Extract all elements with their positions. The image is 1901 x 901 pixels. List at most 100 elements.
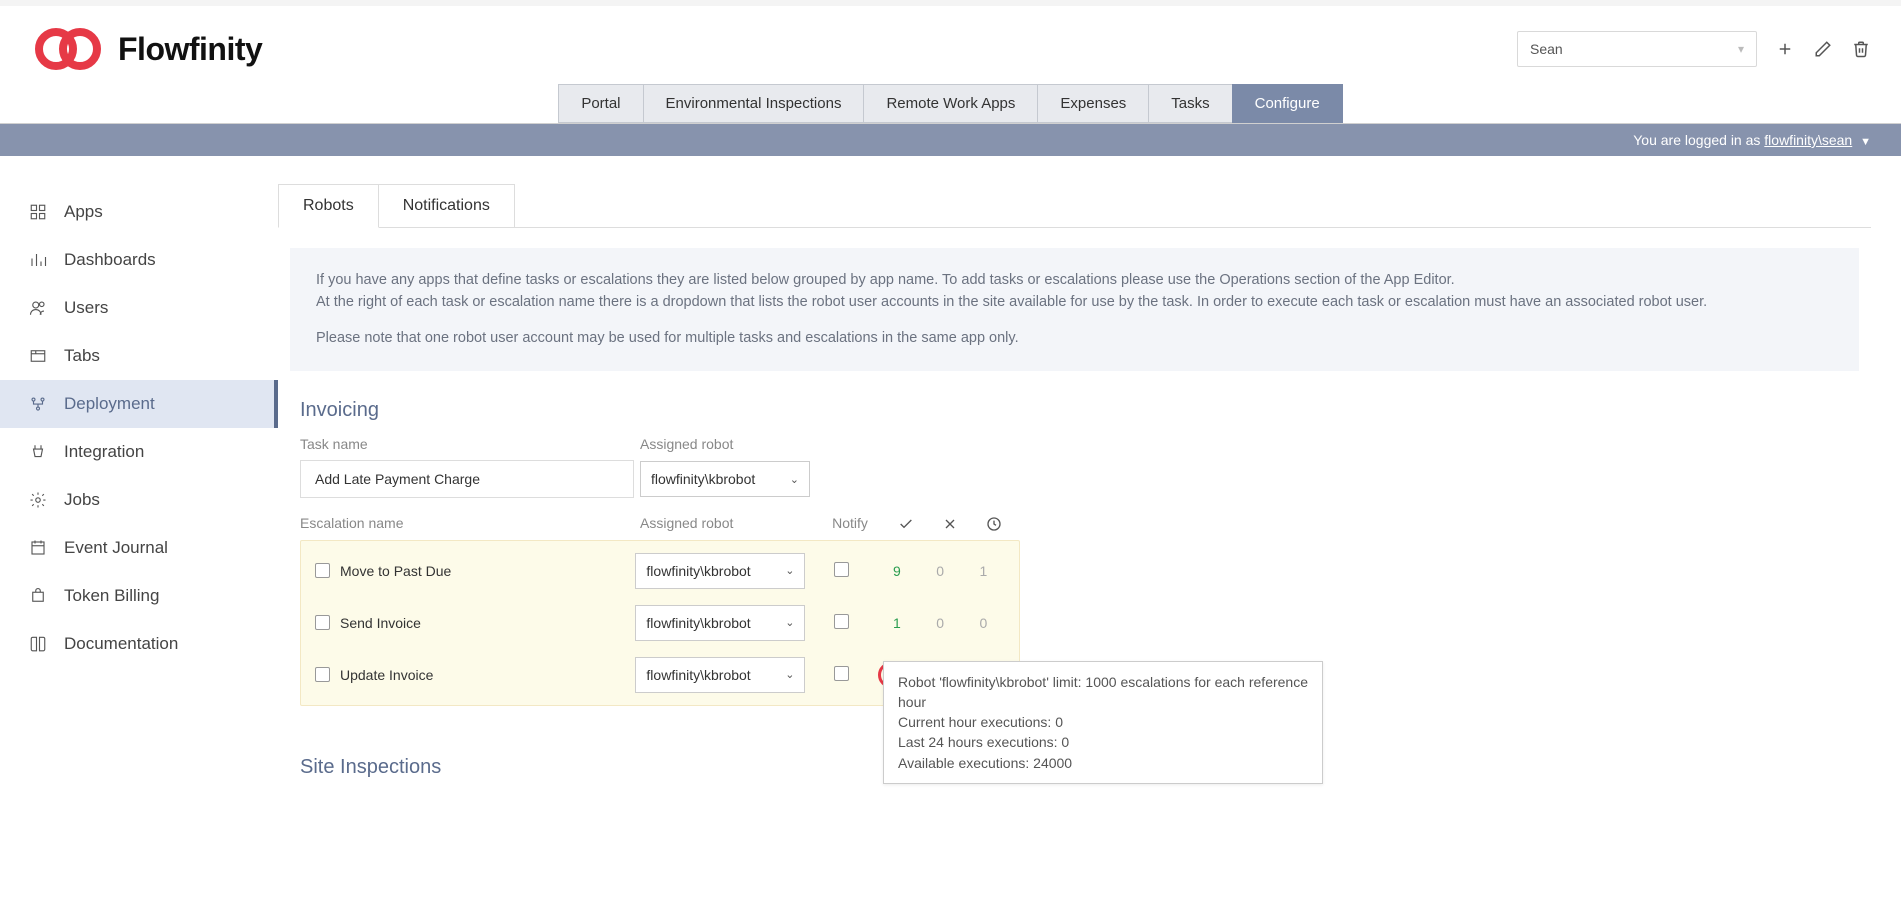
task-row: Add Late Payment Charge flowfinity\kbrob… — [300, 460, 1849, 498]
stat-pending: 1 — [962, 563, 1005, 579]
brand-logo: Flowfinity — [30, 24, 262, 74]
tooltip-line-4: Available executions: 24000 — [898, 753, 1308, 773]
escalation-row: Move to Past Due flowfinity\kbrobot ⌄ 901 — [301, 545, 1019, 597]
token-billing-icon — [28, 586, 48, 606]
apps-icon — [28, 202, 48, 222]
column-header-fail-icon — [928, 514, 972, 531]
invoicing-section: Invoicing Task name Assigned robot Add L… — [278, 391, 1871, 725]
chevron-down-icon: ⌄ — [790, 473, 799, 486]
header: Flowfinity Sean ▾ — [0, 0, 1901, 80]
dashboards-icon — [28, 250, 48, 270]
user-select[interactable]: Sean ▾ — [1517, 31, 1757, 67]
main-tab-environmental-inspections[interactable]: Environmental Inspections — [643, 84, 865, 123]
brand-name: Flowfinity — [118, 31, 262, 68]
escalation-name-value: Move to Past Due — [340, 563, 451, 579]
sidebar-item-label: Dashboards — [64, 250, 156, 270]
chevron-down-icon: ▾ — [1738, 42, 1744, 56]
main-tab-tasks[interactable]: Tasks — [1148, 84, 1232, 123]
sidebar-item-dashboards[interactable]: Dashboards — [0, 236, 278, 284]
users-icon — [28, 298, 48, 318]
task-robot-value: flowfinity\kbrobot — [651, 471, 755, 487]
jobs-icon — [28, 490, 48, 510]
escalation-robot-select[interactable]: flowfinity\kbrobot ⌄ — [635, 605, 805, 641]
main-panel: RobotsNotifications If you have any apps… — [278, 184, 1901, 779]
sidebar-item-jobs[interactable]: Jobs — [0, 476, 278, 524]
info-paragraph-1: If you have any apps that define tasks o… — [316, 272, 1455, 288]
stat-pending: 0 — [962, 615, 1005, 631]
column-header-escalation-name: Escalation name — [300, 515, 640, 531]
documentation-icon — [28, 634, 48, 654]
integration-icon — [28, 442, 48, 462]
column-header-success-icon — [884, 514, 928, 531]
sidebar-item-label: Integration — [64, 442, 144, 462]
stat-success: 1 — [875, 615, 918, 631]
task-name-value: Add Late Payment Charge — [300, 460, 634, 498]
notify-checkbox[interactable] — [834, 666, 849, 681]
chevron-down-icon: ⌄ — [785, 564, 794, 577]
info-paragraph-2: At the right of each task or escalation … — [316, 294, 1707, 310]
caret-down-icon: ▼ — [1860, 136, 1871, 148]
sidebar-item-label: Deployment — [64, 394, 155, 414]
escalation-name-value: Update Invoice — [340, 667, 433, 683]
main-tab-expenses[interactable]: Expenses — [1037, 84, 1149, 123]
main-tab-remote-work-apps[interactable]: Remote Work Apps — [863, 84, 1038, 123]
notify-checkbox[interactable] — [834, 562, 849, 577]
chevron-down-icon: ⌄ — [785, 616, 794, 629]
add-icon[interactable] — [1775, 39, 1795, 59]
sidebar-item-token-billing[interactable]: Token Billing — [0, 572, 278, 620]
login-bar: You are logged in as flowfinity\sean ▼ — [0, 124, 1901, 156]
sidebar-item-apps[interactable]: Apps — [0, 188, 278, 236]
escalation-robot-select[interactable]: flowfinity\kbrobot ⌄ — [635, 657, 805, 693]
main-tabs: PortalEnvironmental InspectionsRemote Wo… — [0, 84, 1901, 124]
escalation-checkbox[interactable] — [315, 563, 330, 578]
edit-icon[interactable] — [1813, 39, 1833, 59]
tabs-icon — [28, 346, 48, 366]
sidebar-item-users[interactable]: Users — [0, 284, 278, 332]
column-header-pending-icon — [972, 514, 1016, 531]
escalation-robot-value: flowfinity\kbrobot — [646, 563, 750, 579]
chevron-down-icon: ⌄ — [785, 668, 794, 681]
sidebar-item-label: Documentation — [64, 634, 178, 654]
sidebar-item-documentation[interactable]: Documentation — [0, 620, 278, 668]
column-header-task-name: Task name — [300, 436, 640, 452]
escalation-robot-select[interactable]: flowfinity\kbrobot ⌄ — [635, 553, 805, 589]
login-prefix: You are logged in as — [1633, 132, 1764, 148]
stat-success: 9 — [875, 563, 918, 579]
user-select-value: Sean — [1530, 41, 1563, 57]
sidebar-item-deployment[interactable]: Deployment — [0, 380, 278, 428]
escalations-table: Move to Past Dueflowfinity\kbrobot⌄901Se… — [300, 540, 1020, 706]
main-tab-portal[interactable]: Portal — [558, 84, 643, 123]
column-header-notify: Notify — [816, 515, 884, 531]
deployment-icon — [28, 394, 48, 414]
sidebar-item-label: Users — [64, 298, 108, 318]
escalation-row: Send Invoiceflowfinity\kbrobot⌄100 — [301, 597, 1019, 649]
main-tab-configure[interactable]: Configure — [1232, 84, 1343, 123]
sub-tabs: RobotsNotifications — [278, 184, 1871, 228]
tooltip-line-2: Current hour executions: 0 — [898, 712, 1308, 732]
login-user-link[interactable]: flowfinity\sean — [1764, 132, 1852, 148]
delete-icon[interactable] — [1851, 39, 1871, 59]
sidebar-item-label: Jobs — [64, 490, 100, 510]
sidebar-item-label: Event Journal — [64, 538, 168, 558]
escalation-checkbox[interactable] — [315, 667, 330, 682]
sub-tab-robots[interactable]: Robots — [278, 184, 379, 228]
sidebar-item-label: Token Billing — [64, 586, 159, 606]
sidebar: Apps Dashboards Users Tabs Deployment Integra… — [0, 184, 278, 779]
sub-tab-notifications[interactable]: Notifications — [379, 184, 515, 228]
sidebar-item-label: Tabs — [64, 346, 100, 366]
escalation-robot-value: flowfinity\kbrobot — [646, 615, 750, 631]
info-box: If you have any apps that define tasks o… — [290, 248, 1859, 371]
robot-limit-tooltip: Robot 'flowfinity\kbrobot' limit: 1000 e… — [883, 661, 1323, 784]
notify-checkbox[interactable] — [834, 614, 849, 629]
tooltip-line-1: Robot 'flowfinity\kbrobot' limit: 1000 e… — [898, 672, 1308, 713]
escalation-robot-value: flowfinity\kbrobot — [646, 667, 750, 683]
sidebar-item-tabs[interactable]: Tabs — [0, 332, 278, 380]
section-title-invoicing: Invoicing — [300, 399, 1849, 422]
stat-fail: 0 — [919, 563, 962, 579]
escalation-checkbox[interactable] — [315, 615, 330, 630]
tooltip-line-3: Last 24 hours executions: 0 — [898, 732, 1308, 752]
sidebar-item-integration[interactable]: Integration — [0, 428, 278, 476]
task-robot-select[interactable]: flowfinity\kbrobot ⌄ — [640, 461, 810, 497]
sidebar-item-event-journal[interactable]: Event Journal — [0, 524, 278, 572]
column-header-assigned-robot: Assigned robot — [640, 436, 816, 452]
